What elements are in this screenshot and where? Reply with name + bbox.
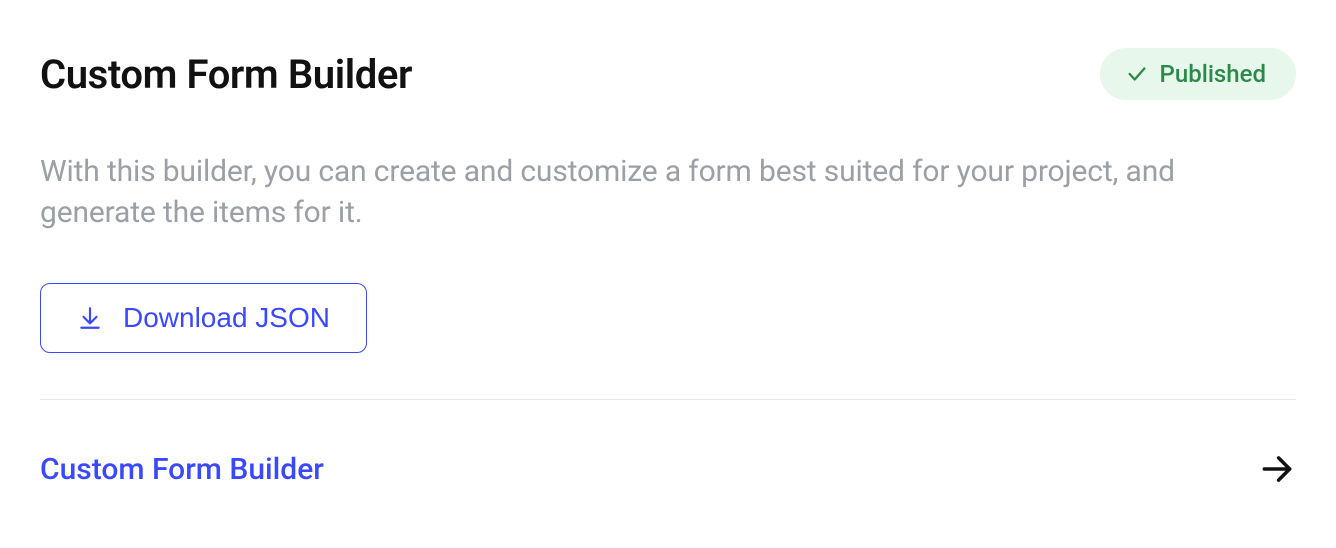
download-icon [77, 305, 103, 331]
header-row: Custom Form Builder Published [40, 48, 1296, 100]
custom-form-builder-link[interactable]: Custom Form Builder [40, 400, 1296, 488]
download-json-button[interactable]: Download JSON [40, 283, 367, 353]
link-label: Custom Form Builder [40, 452, 324, 487]
status-label: Published [1160, 62, 1266, 86]
download-button-label: Download JSON [123, 304, 330, 332]
arrow-right-icon [1258, 450, 1296, 488]
check-icon [1126, 63, 1148, 85]
page-container: Custom Form Builder Published With this … [0, 0, 1336, 488]
status-badge: Published [1100, 48, 1296, 100]
page-description: With this builder, you can create and cu… [40, 152, 1296, 233]
page-title: Custom Form Builder [40, 51, 412, 98]
